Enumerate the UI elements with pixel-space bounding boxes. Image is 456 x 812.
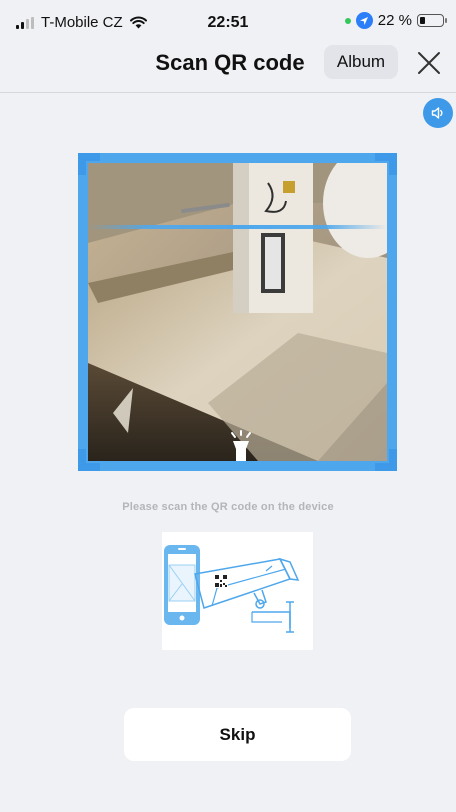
speaker-icon [431,107,443,119]
frame-corner [78,449,100,471]
status-right: 22 % [344,12,447,29]
scan-illustration [162,532,313,650]
location-icon [355,12,373,29]
page-title: Scan QR code [155,50,305,75]
header-divider [0,92,456,93]
battery-icon [417,14,447,27]
instruction-text: Please scan the QR code on the device [122,501,334,513]
close-icon [418,52,440,74]
phone-scanning-camera-illustration [164,545,300,633]
album-button[interactable]: Album [324,45,398,79]
battery-percentage: 22 % [377,12,412,29]
status-bar: T-Mobile CZ 22:51 22 % [0,0,456,44]
close-button[interactable] [412,46,446,80]
frame-corner [375,153,397,175]
scan-line [88,225,387,229]
privacy-indicator-icon [344,17,351,24]
sound-toggle-button[interactable] [423,98,453,128]
scanner-frame [78,153,397,471]
skip-button[interactable]: Skip [124,708,351,761]
camera-feed-image [88,163,387,461]
frame-corner [78,153,100,175]
camera-preview [88,163,387,461]
flashlight-icon[interactable] [228,429,254,461]
header: Scan QR code Album [0,40,456,92]
frame-corner [375,449,397,471]
